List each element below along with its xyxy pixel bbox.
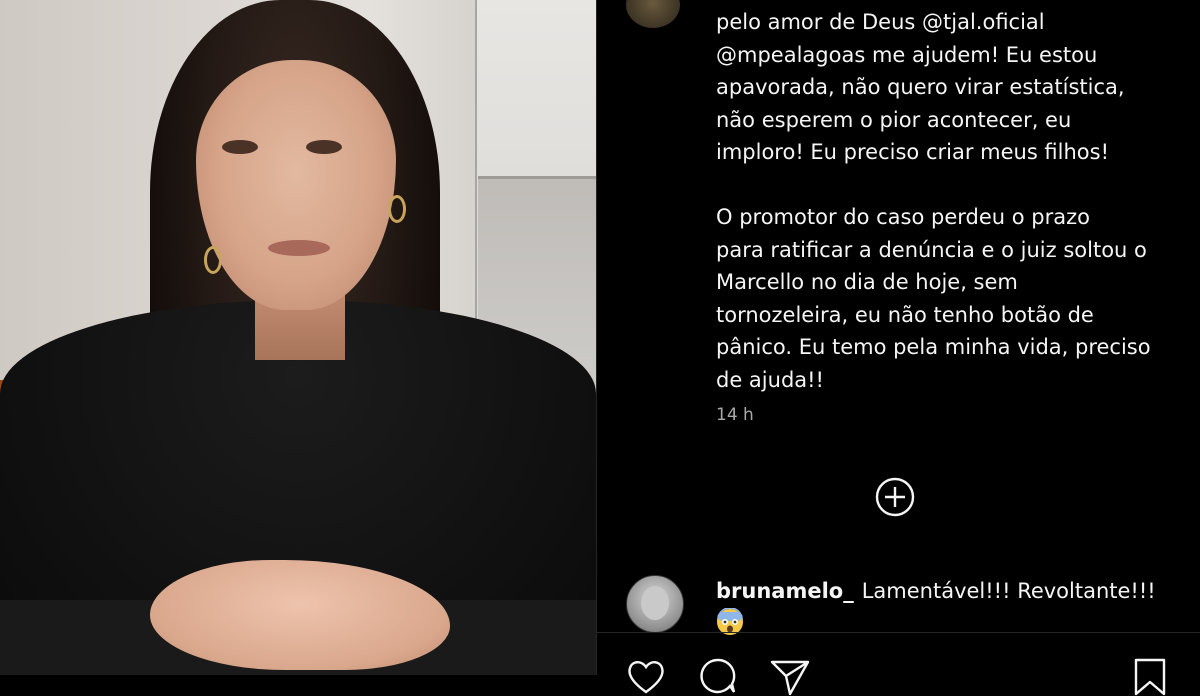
caption-line [716,169,1176,202]
heart-icon[interactable] [624,656,668,696]
caption-line: imploro! Eu preciso criar meus filhos! [716,140,1110,164]
caption-line: não esperem o pior acontecer, eu [716,107,1072,132]
caption-line: apavorada, não quero virar estatística, [716,75,1125,99]
plus-circle-icon[interactable] [874,476,916,518]
earring-left [204,246,222,274]
comment-username[interactable]: brunamelo_ [716,579,854,603]
post-caption: pelo amor de Deus @tjal.oficial @mpealago… [716,6,1176,396]
caption-line: para ratificar a denúncia e o juiz solto… [716,237,1147,262]
comment: brunamelo_ Lamentável!!! Revoltante!!! [716,575,1176,607]
post-video-frame[interactable] [0,0,596,675]
comment-text: Lamentável!!! Revoltante!!! [861,579,1156,603]
divider [597,632,1200,633]
earring-right [388,195,406,223]
comment-bubble-icon[interactable] [696,656,740,696]
caption-line: tornozeleira, eu não tenho botão de [716,302,1094,327]
person-mouth [268,240,330,256]
caption-line: Marcello no dia de hoje, sem [716,270,1018,294]
action-bar [622,656,1200,696]
caption-line: @mpealagoas me ajudem! Eu estou [716,42,1098,67]
person-eye-left [222,140,258,154]
person-eye-right [306,140,342,154]
caption-line: O promotor do caso perdeu o prazo [716,205,1090,229]
caption-line: pânico. Eu temo pela minha vida, preciso [716,335,1151,359]
commenter-avatar[interactable] [626,575,684,633]
avatar-face [641,586,669,620]
paper-plane-icon[interactable] [768,656,812,696]
bookmark-icon[interactable] [1128,656,1172,696]
caption-line: de ajuda!! [716,367,824,392]
caption-line: pelo amor de Deus @tjal.oficial [716,10,1045,34]
post-timestamp[interactable]: 14 h [716,405,754,425]
